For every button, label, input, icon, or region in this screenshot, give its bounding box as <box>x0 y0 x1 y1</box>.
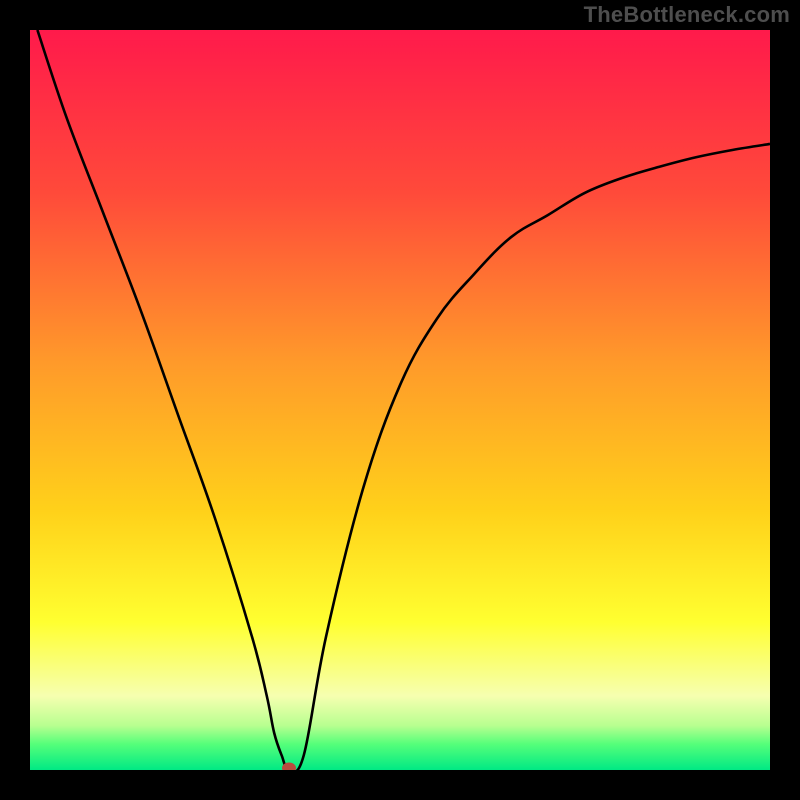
gradient-background <box>30 30 770 770</box>
watermark-text: TheBottleneck.com <box>584 2 790 28</box>
chart-container: TheBottleneck.com <box>0 0 800 800</box>
chart-svg <box>30 30 770 770</box>
plot-area <box>30 30 770 770</box>
